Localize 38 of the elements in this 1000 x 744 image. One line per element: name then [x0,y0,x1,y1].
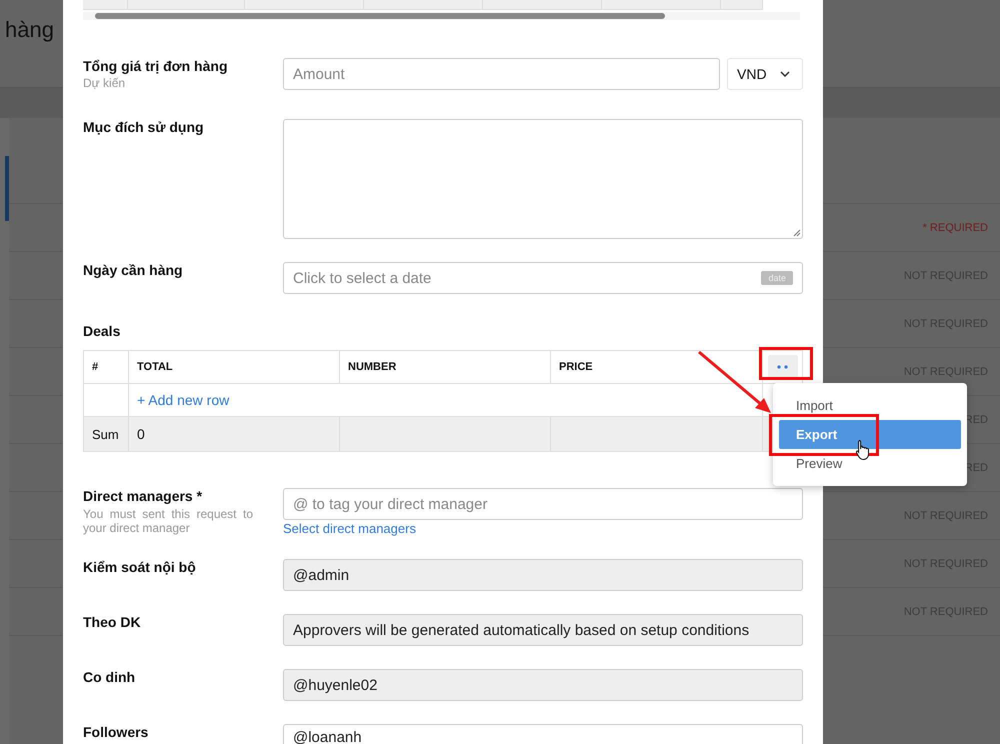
hand-cursor-icon [855,439,871,461]
followers-field[interactable]: @loananh [283,724,803,744]
field-hint: Dự kiến [83,76,126,90]
scrollbar[interactable] [83,12,800,20]
page-title: hàng [5,17,54,43]
approver-field: @admin [283,559,803,591]
amount-field[interactable]: Amount [283,58,720,90]
field-label: Mục đích sử dụng [83,119,205,135]
highlight-box [759,347,813,380]
column-header: PRICE [551,351,763,383]
approver-field: @huyenle02 [283,669,803,701]
resize-grip-icon [793,229,801,237]
field-hint: You must sent this request to your direct manager [83,507,253,535]
more-icon [776,365,790,369]
column-header: NUMBER [340,351,551,383]
field-label: Theo DK [83,614,142,630]
table-cell: 0 [129,417,340,451]
field-label: Direct managers * [83,488,204,504]
approver-field: Approvers will be generated automatically based on setup conditions [283,614,803,646]
field-label: Ngày cần hàng [83,262,184,278]
add-row-link[interactable]: + Add new row [137,392,230,408]
field-label: Kiểm soát nội bộ [83,559,197,575]
field-label: Tổng giá trị đơn hàng [83,58,228,74]
tag-field[interactable]: @ to tag your direct manager [283,488,803,520]
currency-dropdown[interactable]: VND [727,58,803,90]
more-button[interactable] [768,355,798,379]
table-cell [83,0,128,10]
column-header: # [84,351,129,383]
table-cell: Sum [84,417,129,451]
chevron-down-icon [780,71,790,77]
requirement-label: * REQUIRED [922,222,988,234]
section-title: Deals [83,323,122,341]
field-label: Followers [83,724,150,740]
table-cell [721,0,763,10]
select-managers-link[interactable]: Select direct managers [283,521,416,536]
column-header: TOTAL [129,351,340,383]
field-label: Co dinh [83,669,136,685]
active-indicator [5,156,9,221]
